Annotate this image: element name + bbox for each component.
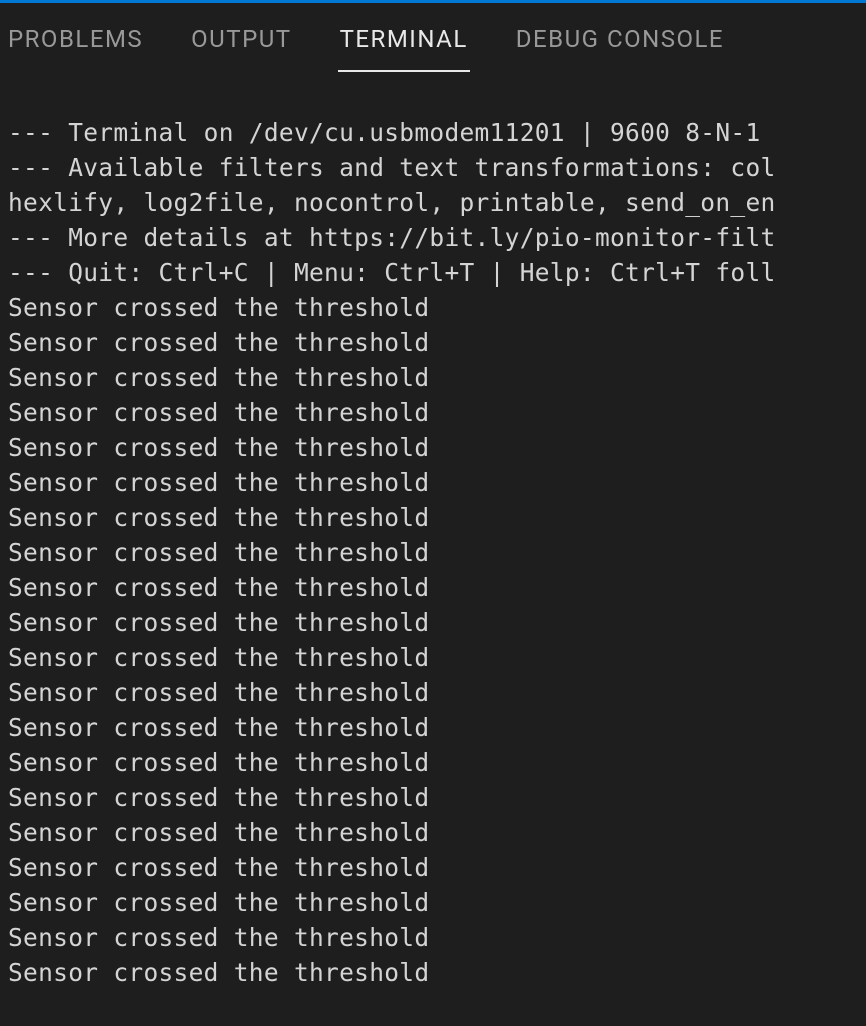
terminal-line: --- Terminal on /dev/cu.usbmodem11201 | … — [8, 115, 858, 150]
terminal-line: Sensor crossed the threshold — [8, 955, 858, 990]
tab-output[interactable]: OUTPUT — [191, 7, 291, 71]
panel-tabs: PROBLEMS OUTPUT TERMINAL DEBUG CONSOLE — [0, 3, 866, 75]
terminal-line: --- Quit: Ctrl+C | Menu: Ctrl+T | Help: … — [8, 255, 858, 290]
terminal-line: Sensor crossed the threshold — [8, 395, 858, 430]
terminal-line: Sensor crossed the threshold — [8, 535, 858, 570]
tab-problems[interactable]: PROBLEMS — [8, 7, 143, 71]
terminal-line: Sensor crossed the threshold — [8, 360, 858, 395]
terminal-line: Sensor crossed the threshold — [8, 780, 858, 815]
terminal-line: Sensor crossed the threshold — [8, 500, 858, 535]
terminal-line: hexlify, log2file, nocontrol, printable,… — [8, 185, 858, 220]
terminal-line: --- More details at https://bit.ly/pio-m… — [8, 220, 858, 255]
terminal-line: Sensor crossed the threshold — [8, 290, 858, 325]
terminal-line: Sensor crossed the threshold — [8, 885, 858, 920]
terminal-line: Sensor crossed the threshold — [8, 920, 858, 955]
terminal-line: Sensor crossed the threshold — [8, 605, 858, 640]
terminal-line: Sensor crossed the threshold — [8, 570, 858, 605]
terminal-line: Sensor crossed the threshold — [8, 850, 858, 885]
terminal-line: Sensor crossed the threshold — [8, 325, 858, 360]
terminal-line: Sensor crossed the threshold — [8, 710, 858, 745]
terminal-line: --- Available filters and text transform… — [8, 150, 858, 185]
tab-debug-console[interactable]: DEBUG CONSOLE — [516, 7, 724, 71]
terminal-line: Sensor crossed the threshold — [8, 815, 858, 850]
tab-terminal[interactable]: TERMINAL — [340, 7, 468, 71]
terminal-line: Sensor crossed the threshold — [8, 430, 858, 465]
terminal-line: Sensor crossed the threshold — [8, 640, 858, 675]
terminal-output[interactable]: --- Terminal on /dev/cu.usbmodem11201 | … — [0, 75, 866, 990]
terminal-line: Sensor crossed the threshold — [8, 465, 858, 500]
terminal-line: Sensor crossed the threshold — [8, 675, 858, 710]
terminal-line: Sensor crossed the threshold — [8, 745, 858, 780]
